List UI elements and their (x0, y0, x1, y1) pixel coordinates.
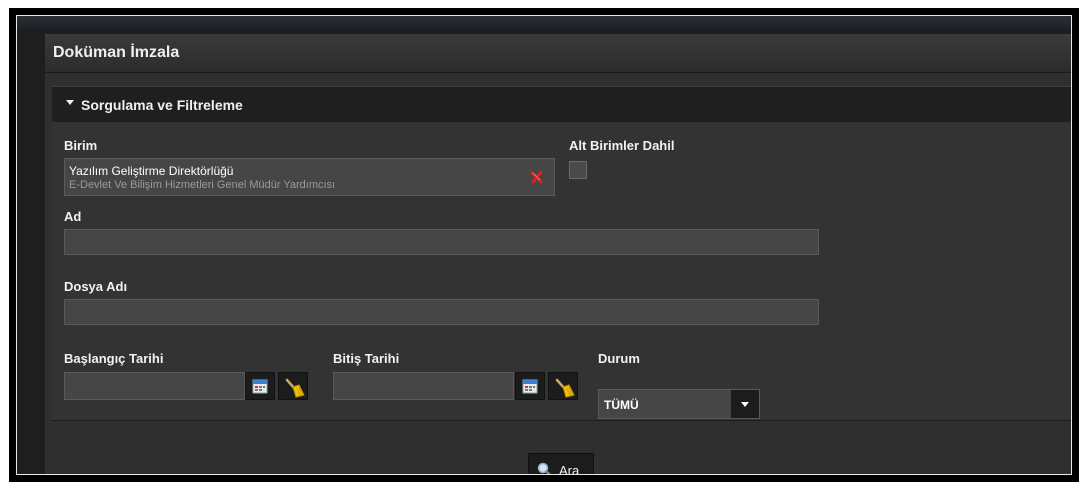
status-label: Durum (598, 351, 640, 366)
filter-section-toggle[interactable]: Sorgulama ve Filtreleme (52, 86, 1071, 123)
status-value: TÜMÜ (604, 398, 639, 412)
chevron-down-icon[interactable] (731, 390, 759, 418)
calendar-icon (522, 379, 538, 394)
start-date-calendar-button[interactable] (245, 372, 275, 400)
end-date-calendar-button[interactable] (515, 372, 545, 400)
start-date-input[interactable] (64, 372, 245, 400)
page-title: Doküman İmzala (53, 44, 180, 61)
collapse-arrow-icon[interactable] (66, 100, 74, 105)
end-date-clear-button[interactable] (548, 372, 578, 400)
unit-selector[interactable]: Yazılım Geliştirme Direktörlüğü E-Devlet… (64, 158, 555, 196)
start-date-clear-button[interactable] (278, 372, 308, 400)
clear-x-icon[interactable] (530, 170, 544, 184)
top-strip (17, 16, 1071, 32)
file-name-label: Dosya Adı (64, 279, 128, 294)
screenshot-frame: Doküman İmzala Sorgulama ve Filtreleme B… (9, 8, 1079, 482)
broom-icon (285, 378, 305, 398)
end-date-input[interactable] (333, 372, 514, 400)
include-subunits-label: Alt Birimler Dahil (569, 138, 675, 153)
unit-parent: E-Devlet Ve Bilişim Hizmetleri Genel Müd… (69, 179, 336, 191)
panel-header: Doküman İmzala (45, 34, 1071, 73)
include-subunits-checkbox[interactable] (569, 161, 587, 179)
unit-value: Yazılım Geliştirme Direktörlüğü (69, 164, 234, 178)
end-date-label: Bitiş Tarihi (333, 351, 400, 366)
name-label: Ad (64, 209, 82, 224)
status-select[interactable]: TÜMÜ (598, 389, 760, 419)
unit-label: Birim (64, 138, 98, 153)
search-button-label: Ara (559, 463, 580, 475)
calendar-icon (252, 379, 268, 394)
magnifier-icon (537, 462, 551, 474)
search-button[interactable]: Ara (528, 453, 594, 475)
file-name-input[interactable] (64, 299, 819, 325)
document-sign-panel: Doküman İmzala Sorgulama ve Filtreleme B… (45, 34, 1071, 474)
app-viewport: Doküman İmzala Sorgulama ve Filtreleme B… (16, 15, 1072, 475)
name-input[interactable] (64, 229, 819, 255)
filter-section-title: Sorgulama ve Filtreleme (81, 97, 243, 113)
broom-icon (555, 378, 575, 398)
start-date-label: Başlangıç Tarihi (64, 351, 164, 366)
